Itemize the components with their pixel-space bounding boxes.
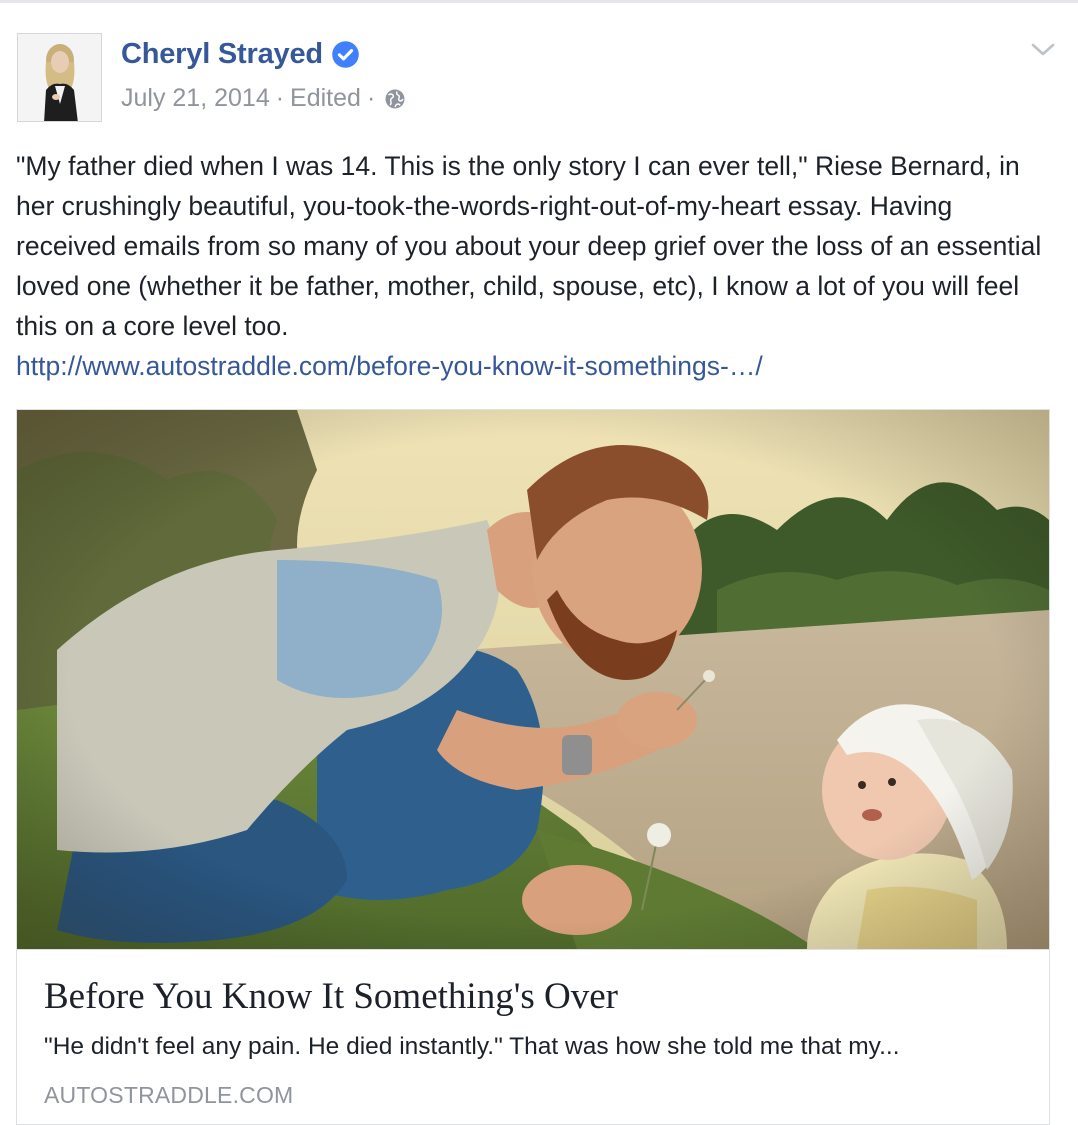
link-preview-card[interactable]: Before You Know It Something's Over "He … [16, 409, 1050, 1125]
verified-badge-icon [331, 40, 360, 69]
globe-icon[interactable] [383, 86, 407, 110]
link-description: "He didn't feel any pain. He died instan… [44, 1033, 900, 1060]
post-message: "My father died when I was 14. This is t… [16, 151, 1042, 341]
facebook-post: Cheryl Strayed July 21, 2014 · Edited · … [0, 0, 1078, 1125]
author-avatar[interactable] [17, 33, 102, 122]
edited-link[interactable]: Edited [290, 81, 361, 115]
post-link[interactable]: http://www.autostraddle.com/before-you-k… [16, 346, 1056, 386]
card-divider [17, 949, 1049, 950]
link-preview-image[interactable] [17, 410, 1049, 949]
meta-separator: · [366, 84, 376, 112]
post-header-author: Cheryl Strayed [121, 34, 360, 74]
post-body: "My father died when I was 14. This is t… [16, 146, 1056, 386]
meta-separator: · [275, 84, 285, 112]
post-meta: July 21, 2014 · Edited · [121, 81, 407, 115]
link-title[interactable]: Before You Know It Something's Over [44, 974, 618, 1020]
chevron-down-icon[interactable] [1030, 41, 1056, 59]
author-name-link[interactable]: Cheryl Strayed [121, 34, 323, 74]
post-timestamp-link[interactable]: July 21, 2014 [121, 81, 270, 115]
link-domain: AUTOSTRADDLE.COM [44, 1082, 294, 1108]
avatar-photo [18, 34, 101, 121]
